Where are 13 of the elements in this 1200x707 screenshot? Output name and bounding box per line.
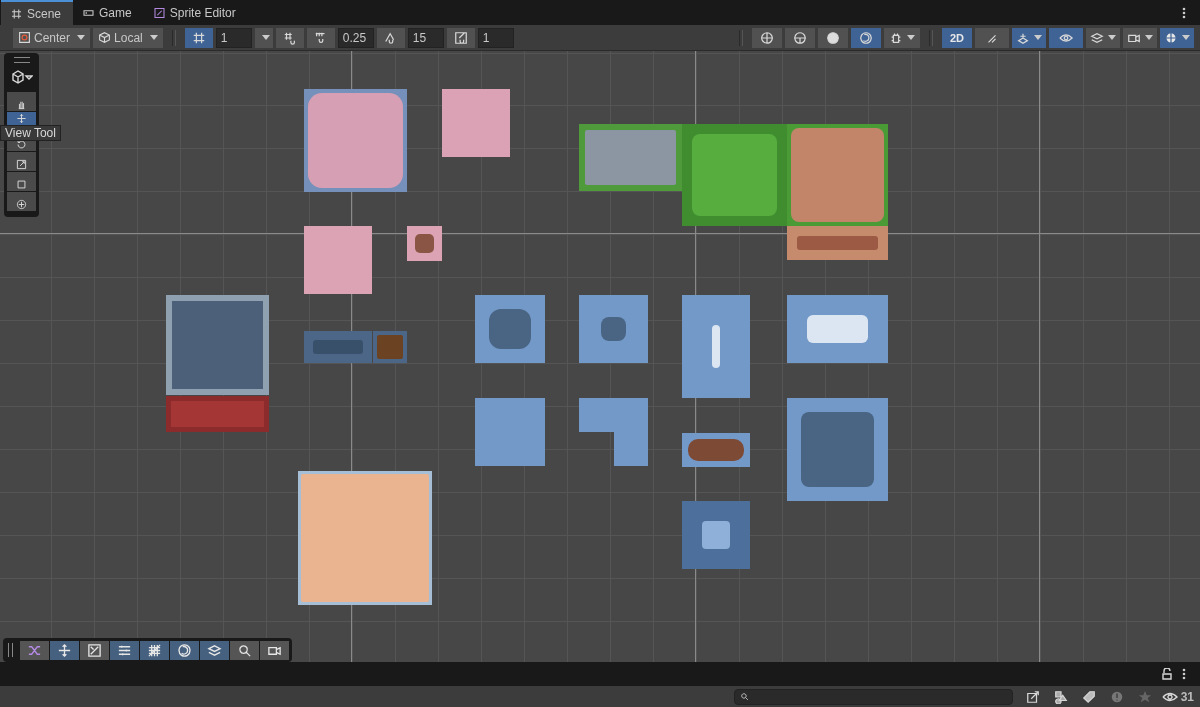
rotate-snap-field[interactable]: 15: [407, 27, 444, 48]
tab[interactable]: Sprite Editor: [143, 1, 248, 25]
visibility-count[interactable]: 31: [1161, 689, 1194, 704]
scale-snap-field[interactable]: 1: [477, 27, 514, 48]
grid-size-field[interactable]: 1: [215, 27, 252, 48]
pivot-dropdown[interactable]: Center: [13, 27, 91, 48]
tab[interactable]: Scene: [1, 0, 74, 25]
tooltip: View Tool: [0, 125, 61, 141]
2d-toggle[interactable]: 2D: [942, 27, 972, 48]
rotation-dropdown[interactable]: Local: [93, 27, 163, 48]
tab[interactable]: Game: [73, 1, 144, 25]
scene-view[interactable]: View Tool: [0, 51, 1200, 662]
move-snap-field[interactable]: 0.25: [337, 27, 374, 48]
